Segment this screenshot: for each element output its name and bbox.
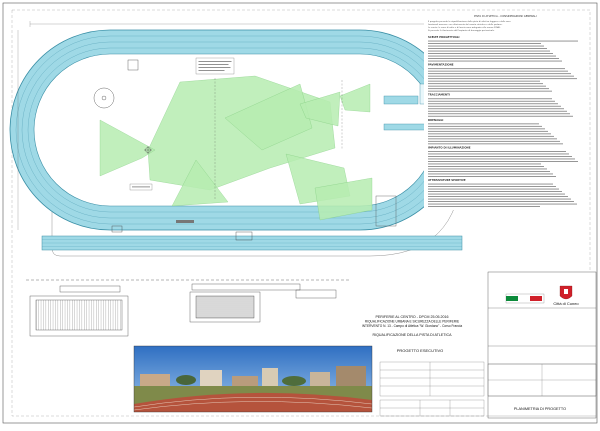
notes-text-line xyxy=(428,206,540,207)
notes-text-line xyxy=(428,130,548,132)
program-line-1: PERIFERIE AL CENTRO - DPCM 25.05.2016 xyxy=(376,315,449,319)
technical-drawing: PISTA DI ATLETICA - CONSIDERAZIONI GENER… xyxy=(2,2,598,424)
notes-text-line xyxy=(428,103,558,105)
notes-text-line xyxy=(428,43,541,44)
city-crest-icon xyxy=(559,285,573,300)
notes-text-line xyxy=(428,110,567,112)
notes-text-line xyxy=(428,153,569,155)
notes-text-line xyxy=(428,188,559,190)
notes-panel: PISTA DI ATLETICA - CONSIDERAZIONI GENER… xyxy=(424,12,588,210)
notes-text-line xyxy=(428,143,563,145)
notes-text-line xyxy=(428,75,574,77)
notes-text-line xyxy=(428,171,550,172)
notes-text-line xyxy=(428,163,541,165)
notes-text-line xyxy=(428,60,562,62)
notes-text-line xyxy=(428,90,552,92)
program-line-3: INTERVENTO N. 13 - Campo di Atletica "W.… xyxy=(362,324,463,328)
notes-text-line xyxy=(428,168,547,170)
notes-text-line xyxy=(428,201,574,202)
notes-section-heading: SCELTE PROGETTUALI xyxy=(428,35,459,39)
notes-text-line xyxy=(428,100,555,102)
notes-text-line xyxy=(428,161,578,162)
program-line-2: RIQUALIFICAZIONE URBANA E SICUREZZA DELL… xyxy=(365,320,459,324)
drawing-sheet: PISTA DI ATLETICA - CONSIDERAZIONI GENER… xyxy=(0,0,600,426)
notes-text-line xyxy=(428,50,550,52)
notes-text-line xyxy=(428,48,547,49)
notes-text-line xyxy=(428,191,562,192)
notes-text-line xyxy=(428,98,552,100)
notes-text-line xyxy=(428,108,564,110)
notes-section-heading: TRACCIAMENTI xyxy=(428,93,450,97)
notes-text-line xyxy=(428,186,556,187)
notes-text-line xyxy=(428,166,544,167)
notes-text-line xyxy=(428,73,571,75)
stadium-panorama-photo xyxy=(133,345,373,413)
notes-text-line xyxy=(428,173,553,175)
notes-header: PISTA DI ATLETICA - CONSIDERAZIONI GENER… xyxy=(474,14,537,18)
notes-text-line xyxy=(428,85,546,87)
notes-text-line xyxy=(428,158,575,160)
notes-text-line xyxy=(428,176,556,177)
notes-text-line xyxy=(428,135,554,137)
notes-text-line xyxy=(428,83,543,85)
notes-section-heading: IMPIANTO DI ILLUMINAZIONE xyxy=(428,145,471,149)
notes-text-line xyxy=(428,88,549,90)
city-name: Città di Cuneo xyxy=(553,301,579,306)
notes-text-line xyxy=(428,193,565,195)
notes-text-line xyxy=(428,70,568,72)
notes-section-heading: DRENAGGI xyxy=(428,118,443,122)
notes-intro-line: Le corsie, le zone di salto e di lancio … xyxy=(428,26,501,29)
jump-runway xyxy=(383,95,419,105)
notes-text-line xyxy=(428,198,571,200)
notes-text-line xyxy=(428,78,577,80)
notes-text-line xyxy=(428,128,545,130)
notes-text-line xyxy=(428,105,561,107)
notes-text-line xyxy=(428,58,559,59)
notes-text-line xyxy=(428,115,573,117)
notes-intro-line: Si prevede il rifacimento dell'impianto … xyxy=(428,29,495,32)
notes-section-heading: ATTREZZATURE SPORTIVE xyxy=(428,178,466,182)
notes-text-line xyxy=(428,183,553,185)
notes-text-line xyxy=(428,113,570,115)
notes-text-line xyxy=(428,55,556,57)
subject-title: RIQUALIFICAZIONE DELLA PISTA DI ATLETICA xyxy=(373,333,453,337)
notes-text-line xyxy=(428,40,578,42)
notes-text-line xyxy=(428,123,539,125)
project-phase: PROGETTO ESECUTIVO xyxy=(397,348,444,353)
sheet-title: PLANIMETRIA DI PROGETTO xyxy=(514,407,566,411)
notes-text-line xyxy=(428,80,540,82)
notes-text-line xyxy=(428,53,553,54)
notes-intro-line: funzionali annesse, con rifacimento del … xyxy=(428,23,503,26)
notes-text-line xyxy=(428,138,557,140)
notes-text-line xyxy=(428,203,577,205)
notes-text-line xyxy=(428,151,566,152)
notes-text-line xyxy=(428,45,544,47)
notes-text-line xyxy=(428,68,565,70)
notes-text-line xyxy=(428,133,551,135)
notes-text-line xyxy=(428,140,560,142)
notes-text-line xyxy=(428,125,542,127)
notes-text-line xyxy=(428,196,568,197)
notes-section-heading: PAVIMENTAZIONE xyxy=(428,63,454,67)
notes-text-line xyxy=(428,156,572,157)
notes-intro-line: Il progetto prevede la riqualificazione … xyxy=(428,20,511,23)
